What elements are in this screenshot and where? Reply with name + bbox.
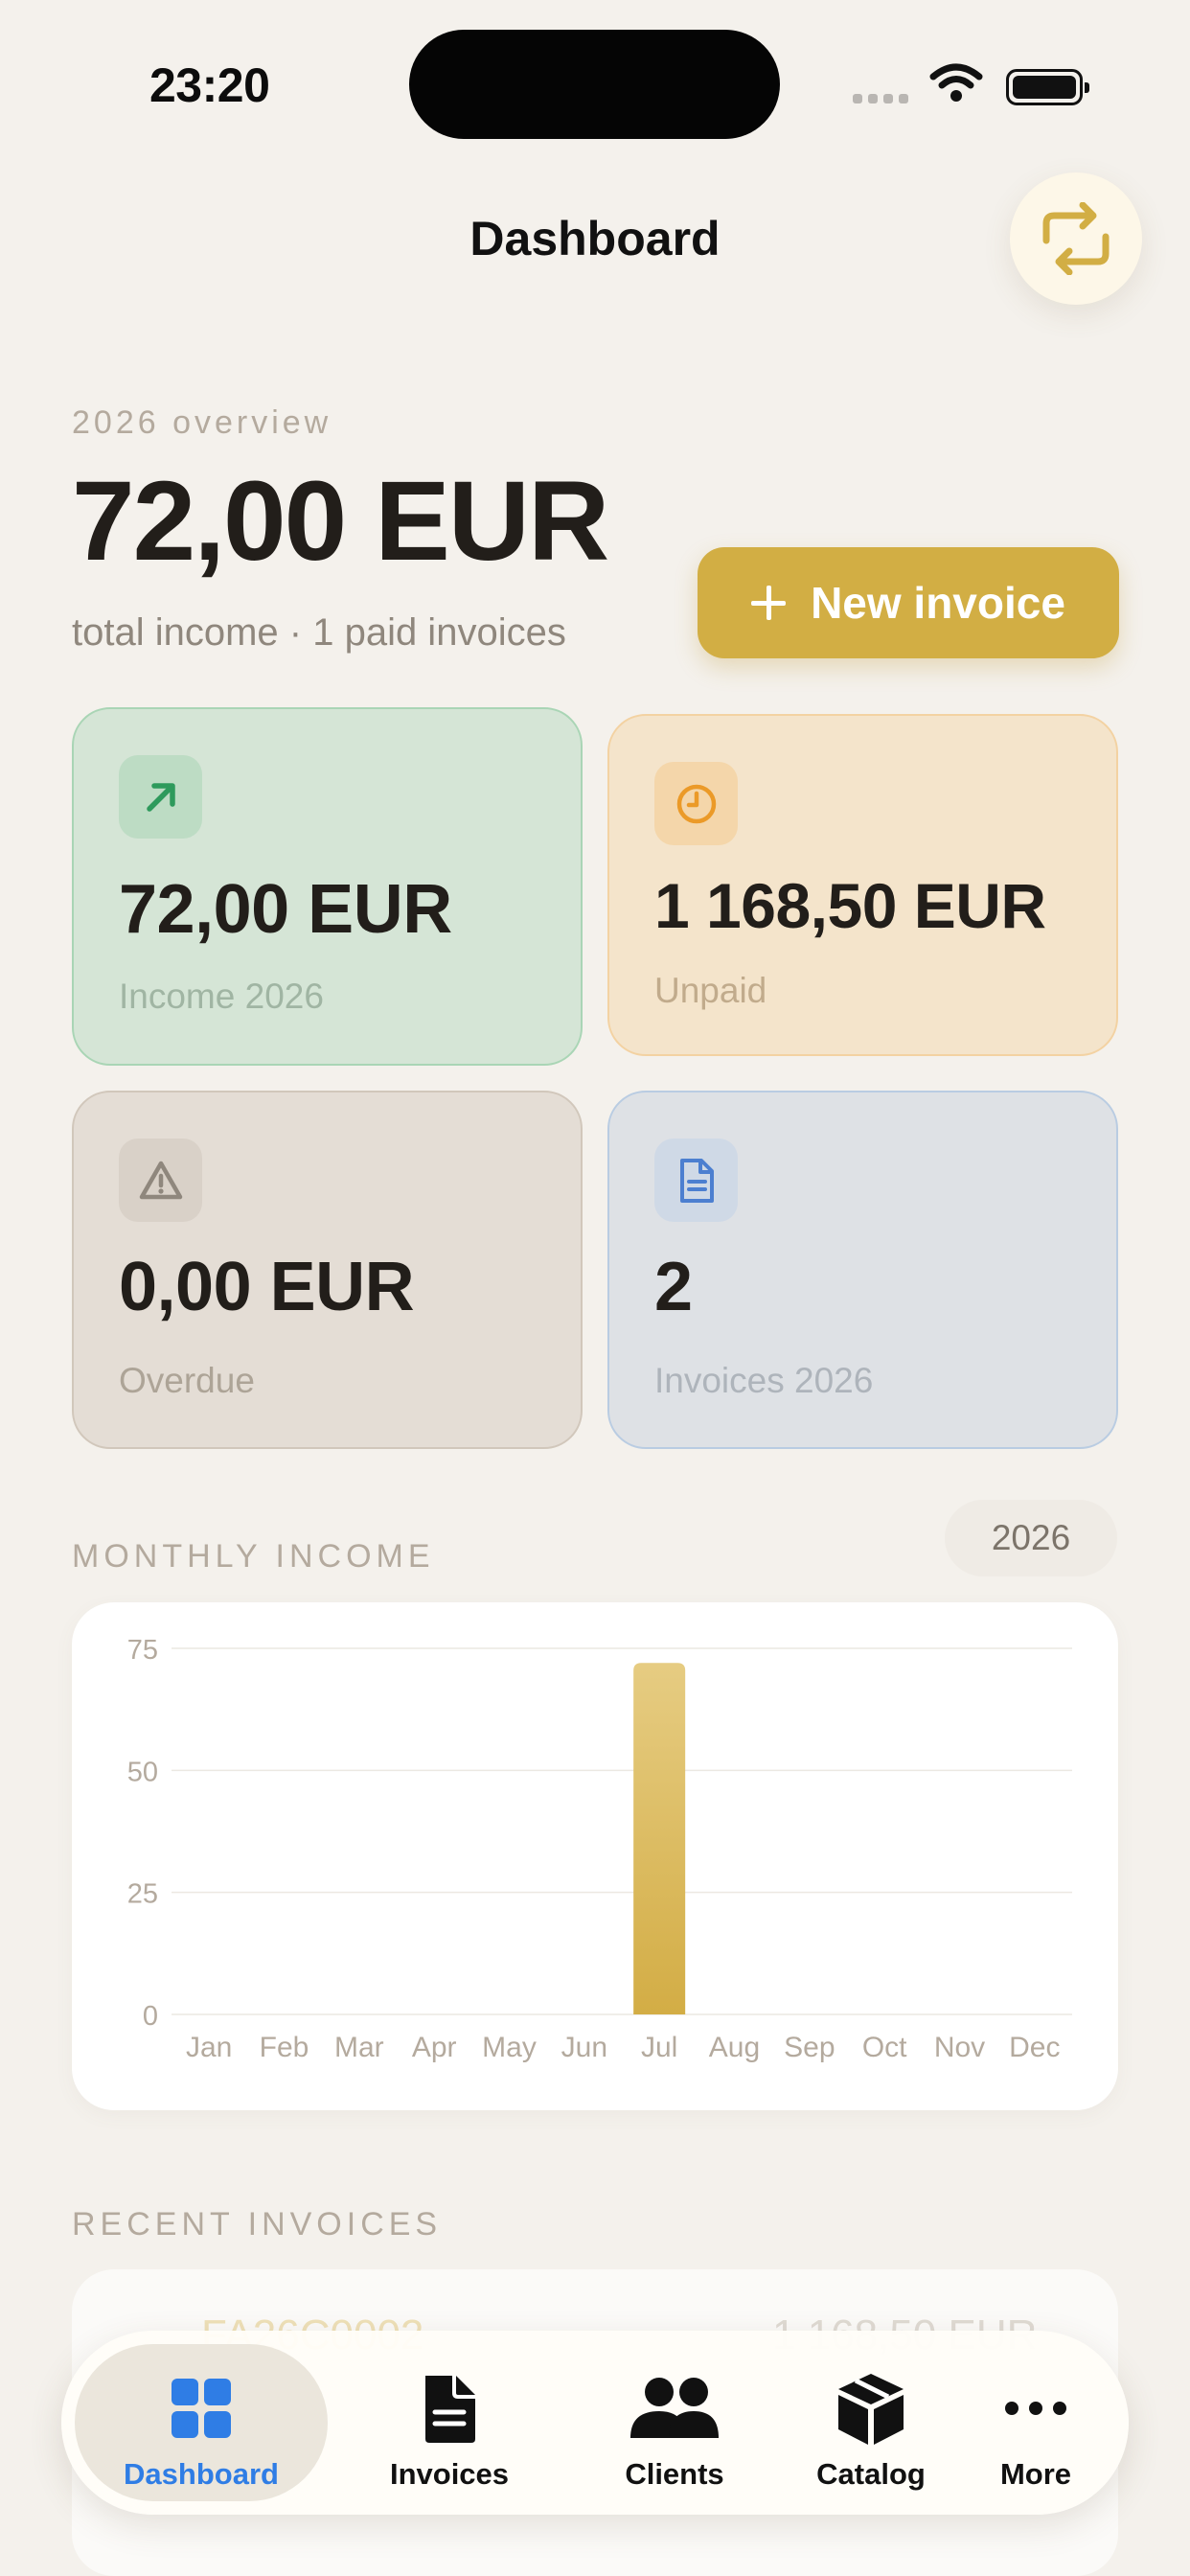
- overview-total: 72,00 EUR: [72, 458, 609, 585]
- dynamic-island: [409, 30, 780, 139]
- unpaid-card[interactable]: 1 168,50 EUR Unpaid: [607, 714, 1118, 1056]
- ellipsis-icon: [1002, 2365, 1069, 2451]
- x-tick-label: Aug: [709, 2032, 760, 2063]
- overview-subtitle: total income · 1 paid invoices: [72, 611, 566, 654]
- tab-catalog[interactable]: Catalog: [766, 2331, 976, 2515]
- monthly-income-label: MONTHLY INCOME: [72, 1538, 435, 1575]
- invoices-count-card[interactable]: 2 Invoices 2026: [607, 1091, 1118, 1449]
- arrows-repeat-icon: [1042, 202, 1110, 275]
- bar-jul: [633, 1663, 686, 2014]
- unpaid-label: Unpaid: [654, 971, 767, 1010]
- cellular-signal-icon: [853, 94, 908, 104]
- x-tick-label: Apr: [412, 2032, 457, 2063]
- people-icon: [627, 2365, 722, 2451]
- plus-icon: [751, 586, 787, 620]
- overdue-value: 0,00 EUR: [119, 1249, 415, 1325]
- x-tick-label: May: [482, 2032, 537, 2063]
- tab-label: Clients: [625, 2457, 724, 2491]
- x-tick-label: Feb: [260, 2032, 309, 2063]
- battery-icon: [1006, 69, 1089, 105]
- dashboard-grid-icon: [170, 2365, 233, 2451]
- tab-label: More: [999, 2457, 1072, 2491]
- overdue-label: Overdue: [119, 1361, 255, 1400]
- y-tick-label: 25: [127, 1879, 158, 1910]
- y-tick-label: 75: [127, 1635, 158, 1666]
- tab-invoices[interactable]: Invoices: [349, 2331, 550, 2515]
- x-tick-label: Nov: [934, 2032, 985, 2063]
- tab-label: Catalog: [816, 2457, 926, 2491]
- tab-more[interactable]: More: [964, 2331, 1108, 2515]
- unpaid-value: 1 168,50 EUR: [654, 870, 1046, 941]
- bar-chart: 0 25 50 75 Jan Feb Mar Apr May Jun Jul Aug Sep Oct Nov…: [127, 1635, 1072, 2063]
- recent-invoices-label: RECENT INVOICES: [72, 2206, 443, 2242]
- tab-dashboard[interactable]: Dashboard: [75, 2344, 328, 2501]
- box-icon: [835, 2365, 907, 2451]
- x-tick-label: Oct: [862, 2032, 907, 2063]
- arrow-up-right-icon: [119, 755, 202, 839]
- tab-label: Invoices: [389, 2457, 510, 2491]
- year-selector[interactable]: 2026: [945, 1500, 1117, 1576]
- overdue-card[interactable]: 0,00 EUR Overdue: [72, 1091, 583, 1449]
- income-card[interactable]: 72,00 EUR Income 2026: [72, 707, 583, 1066]
- warning-triangle-icon: [119, 1138, 202, 1222]
- x-tick-label: Jan: [186, 2032, 232, 2063]
- tab-bar: Dashboard Invoices Clients Catalog More: [61, 2331, 1129, 2515]
- x-tick-label: Jun: [561, 2032, 607, 2063]
- wifi-icon: [929, 63, 983, 108]
- x-tick-label: Sep: [784, 2032, 835, 2063]
- income-label: Income 2026: [119, 977, 324, 1016]
- tab-label: Dashboard: [124, 2457, 279, 2491]
- new-invoice-button[interactable]: New invoice: [698, 547, 1119, 658]
- monthly-income-chart: 0 25 50 75 Jan Feb Mar Apr May Jun Jul Aug Sep Oct Nov…: [72, 1602, 1118, 2110]
- sync-button[interactable]: [1010, 172, 1142, 305]
- x-tick-label: Mar: [334, 2032, 384, 2063]
- x-tick-label: Jul: [641, 2032, 677, 2063]
- y-tick-label: 0: [143, 2001, 158, 2032]
- invoices-count-value: 2: [654, 1249, 693, 1325]
- clock-icon: [654, 762, 738, 845]
- invoices-count-label: Invoices 2026: [654, 1361, 874, 1400]
- y-tick-label: 50: [127, 1757, 158, 1787]
- document-icon: [654, 1138, 738, 1222]
- document-icon: [420, 2365, 479, 2451]
- status-time: 23:20: [149, 58, 270, 112]
- new-invoice-label: New invoice: [811, 578, 1065, 628]
- income-value: 72,00 EUR: [119, 871, 452, 948]
- overview-label: 2026 overview: [72, 404, 332, 441]
- tab-clients[interactable]: Clients: [564, 2331, 785, 2515]
- x-tick-label: Dec: [1009, 2032, 1060, 2063]
